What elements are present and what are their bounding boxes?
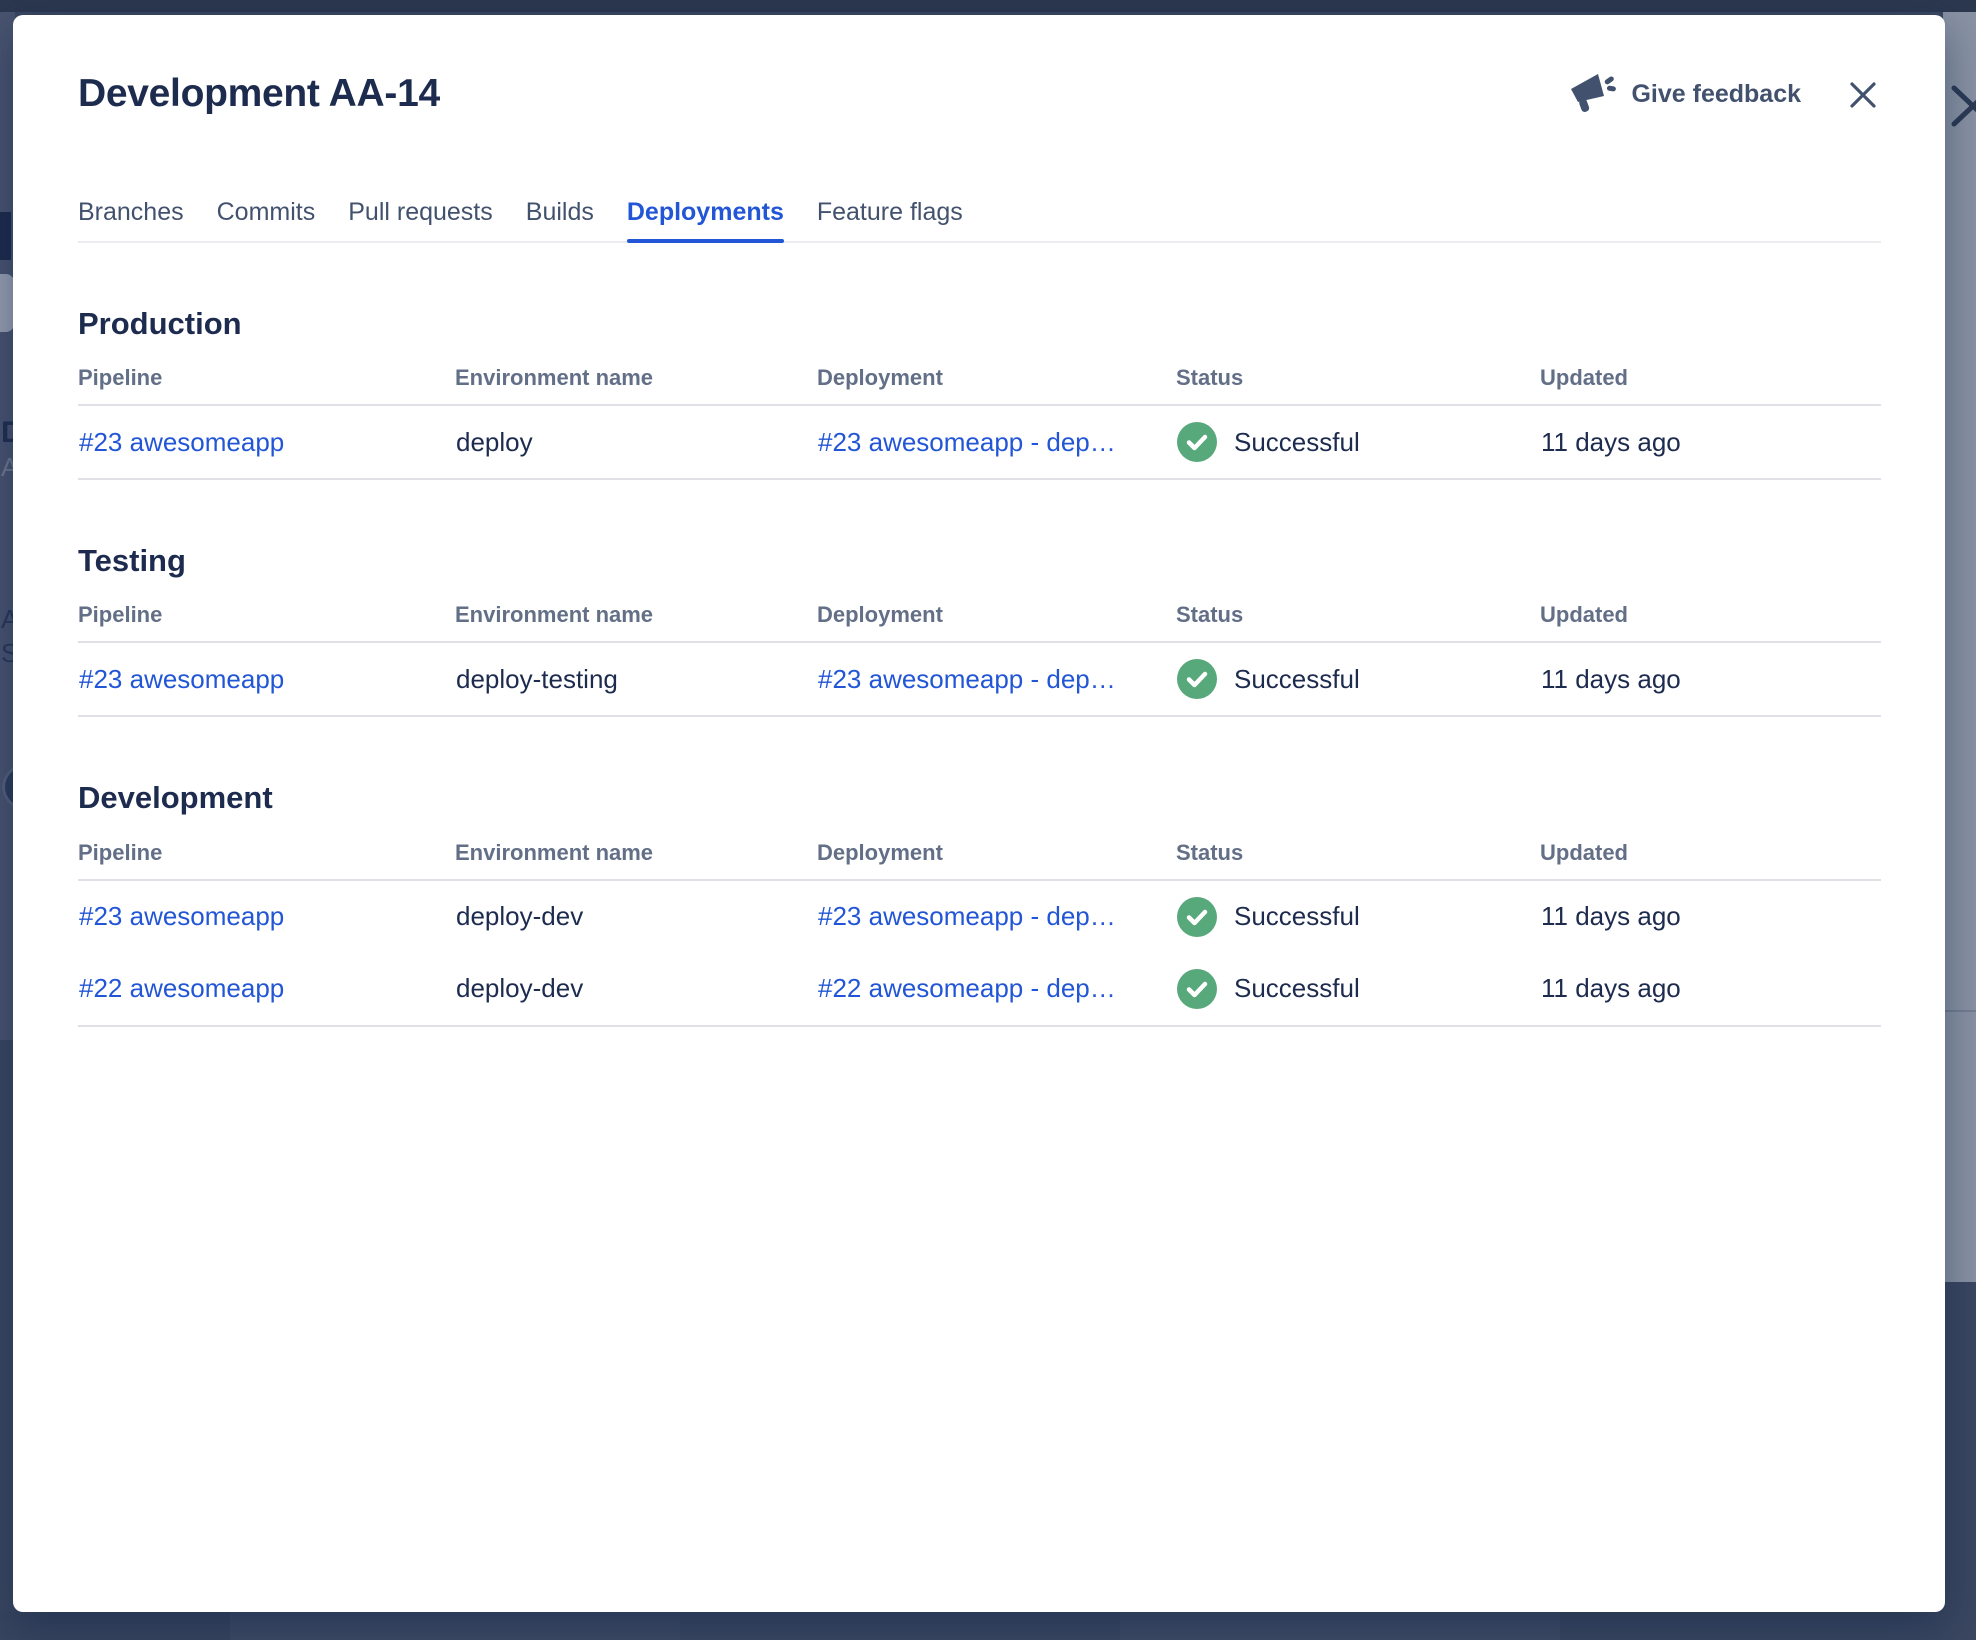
column-header-pipeline: Pipeline <box>78 350 455 407</box>
table-header-row: Pipeline Environment name Deployment Sta… <box>78 350 1881 407</box>
background-close-x-icon <box>1951 85 1976 127</box>
tab-builds[interactable]: Builds <box>526 197 594 241</box>
table-row: #23 awesomeapp deploy-testing #23 awesom… <box>78 642 1881 716</box>
deployments-table: Pipeline Environment name Deployment Sta… <box>78 350 1881 481</box>
environment-name: deploy-testing <box>456 663 618 694</box>
status-text: Successful <box>1234 663 1360 694</box>
backdrop-right-sliver <box>1943 12 1976 1282</box>
table-row: #22 awesomeapp deploy-dev #22 awesomeapp… <box>78 953 1881 1026</box>
column-header-environment: Environment name <box>455 587 817 644</box>
megaphone-icon <box>1568 70 1617 119</box>
deployments-table: Pipeline Environment name Deployment Sta… <box>78 587 1881 718</box>
pipeline-link[interactable]: #22 awesomeapp <box>79 973 284 1003</box>
column-header-pipeline: Pipeline <box>78 824 455 881</box>
status-text: Successful <box>1234 426 1360 457</box>
pipeline-link[interactable]: #23 awesomeapp <box>79 427 284 457</box>
column-header-updated: Updated <box>1540 350 1881 407</box>
deployments-table: Pipeline Environment name Deployment Sta… <box>78 824 1881 1027</box>
table-row: #23 awesomeapp deploy-dev #23 awesomeapp… <box>78 880 1881 953</box>
status-badge: Successful <box>1177 896 1539 937</box>
check-circle-icon <box>1177 968 1217 1009</box>
column-header-status: Status <box>1176 824 1540 881</box>
section-testing: Testing Pipeline Environment name Deploy… <box>78 542 1881 718</box>
pipeline-link[interactable]: #23 awesomeapp <box>79 901 284 931</box>
environment-name: deploy <box>456 426 533 457</box>
section-heading: Production <box>78 306 242 341</box>
deployment-link[interactable]: #23 awesomeapp - dep… <box>818 901 1116 931</box>
column-header-environment: Environment name <box>455 350 817 407</box>
deployment-link[interactable]: #22 awesomeapp - dep… <box>818 973 1116 1003</box>
give-feedback-label: Give feedback <box>1631 80 1801 108</box>
tab-branches[interactable]: Branches <box>78 197 184 241</box>
backdrop-top-bar <box>0 0 1976 12</box>
updated-text: 11 days ago <box>1541 663 1681 694</box>
section-development: Development Pipeline Environment name De… <box>78 779 1881 1027</box>
section-heading: Testing <box>78 543 186 579</box>
check-circle-icon <box>1177 896 1217 937</box>
deployment-link[interactable]: #23 awesomeapp - dep… <box>818 664 1116 694</box>
tab-commits[interactable]: Commits <box>217 197 316 241</box>
status-text: Successful <box>1234 973 1360 1004</box>
status-badge: Successful <box>1177 968 1539 1009</box>
updated-text: 11 days ago <box>1541 973 1681 1004</box>
close-button[interactable] <box>1845 77 1881 113</box>
section-heading: Development <box>78 780 273 816</box>
backdrop-button-fragment <box>0 274 14 332</box>
column-header-deployment: Deployment <box>817 350 1176 407</box>
pipeline-link[interactable]: #23 awesomeapp <box>79 664 284 694</box>
header-actions: Give feedback <box>1568 70 1881 119</box>
section-production: Production Pipeline Environment name Dep… <box>78 305 1881 481</box>
column-header-deployment: Deployment <box>817 824 1176 881</box>
column-header-pipeline: Pipeline <box>78 587 455 644</box>
modal-header: Development AA-14 Give feedback <box>78 70 1881 119</box>
table-header-row: Pipeline Environment name Deployment Sta… <box>78 824 1881 881</box>
updated-text: 11 days ago <box>1541 901 1681 932</box>
column-header-environment: Environment name <box>455 824 817 881</box>
column-header-status: Status <box>1176 350 1540 407</box>
status-text: Successful <box>1234 901 1360 932</box>
tab-pull-requests[interactable]: Pull requests <box>348 197 493 241</box>
environment-name: deploy-dev <box>456 901 584 932</box>
backdrop-heading-fragment <box>0 212 11 260</box>
column-header-status: Status <box>1176 587 1540 644</box>
status-badge: Successful <box>1177 422 1539 463</box>
backdrop-bottom-band <box>0 1612 1976 1640</box>
column-header-updated: Updated <box>1540 587 1881 644</box>
table-row: #23 awesomeapp deploy #23 awesomeapp - d… <box>78 405 1881 479</box>
tab-bar: Branches Commits Pull requests Builds De… <box>78 197 1881 243</box>
deployments-modal: Development AA-14 Give feedback Branches… <box>13 15 1945 1612</box>
table-header-row: Pipeline Environment name Deployment Sta… <box>78 587 1881 644</box>
environment-name: deploy-dev <box>456 973 584 1004</box>
tab-deployments[interactable]: Deployments <box>626 197 784 243</box>
tab-feature-flags[interactable]: Feature flags <box>817 197 963 241</box>
page-title: Development AA-14 <box>78 72 440 116</box>
status-badge: Successful <box>1177 659 1539 700</box>
column-header-updated: Updated <box>1540 824 1881 881</box>
column-header-deployment: Deployment <box>817 587 1176 644</box>
check-circle-icon <box>1177 422 1217 463</box>
updated-text: 11 days ago <box>1541 426 1681 457</box>
check-circle-icon <box>1177 659 1217 700</box>
deployment-link[interactable]: #23 awesomeapp - dep… <box>818 427 1116 457</box>
give-feedback-button[interactable]: Give feedback <box>1568 70 1801 119</box>
close-x-icon <box>1850 81 1876 108</box>
